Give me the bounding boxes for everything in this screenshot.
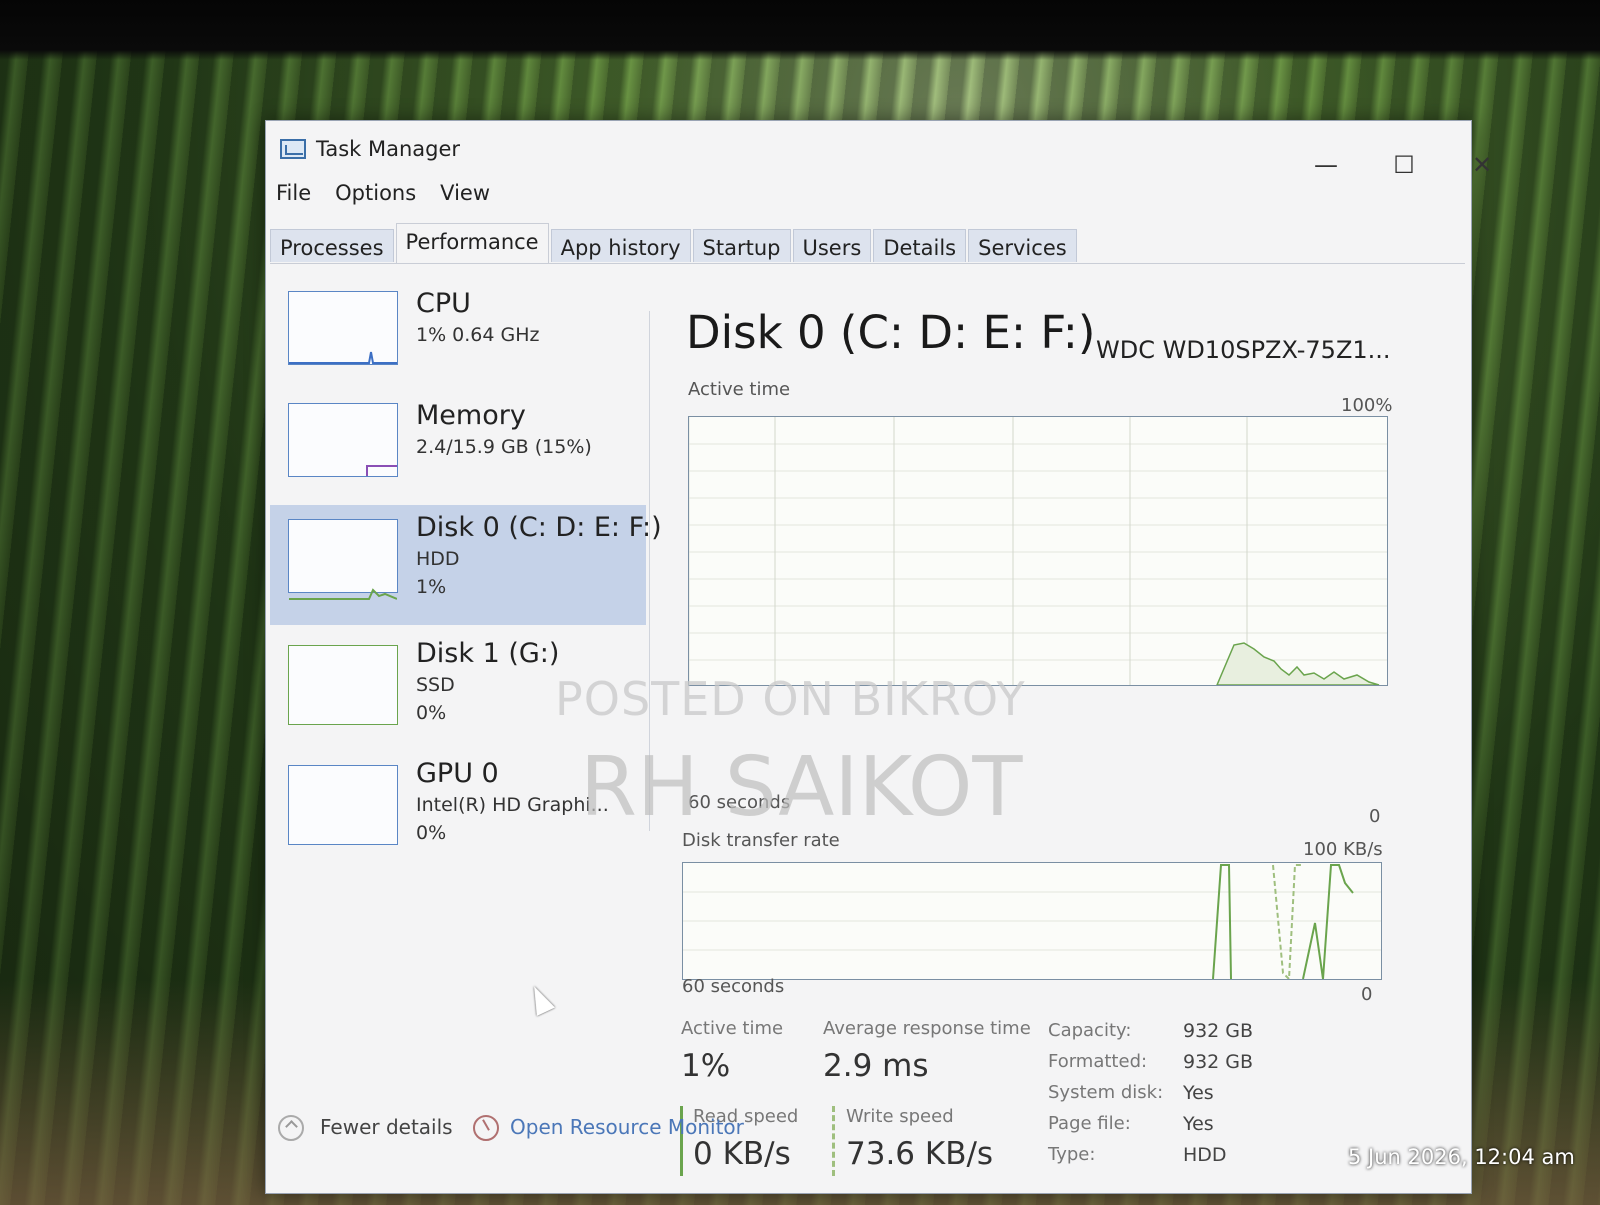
active-time-max-label: 100% bbox=[1341, 395, 1393, 416]
task-manager-icon bbox=[280, 139, 306, 159]
gpu-thumbnail-graph bbox=[288, 765, 398, 845]
chevron-up-icon[interactable] bbox=[278, 1115, 304, 1141]
prop-key: Formatted: bbox=[1048, 1051, 1148, 1072]
tab-bar: Processes Performance App history Startu… bbox=[270, 223, 1465, 264]
sidebar-item-sub: 2.4/15.9 GB (15%) bbox=[416, 436, 592, 458]
sidebar-item-title: Memory bbox=[416, 400, 526, 431]
active-time-min-label: 0 bbox=[1369, 806, 1381, 827]
disk-model: WDC WD10SPZX-75Z1... bbox=[1096, 336, 1391, 364]
window-title: Task Manager bbox=[316, 137, 461, 161]
prop-key: Capacity: bbox=[1048, 1020, 1132, 1041]
disk0-thumbnail-graph bbox=[288, 519, 398, 600]
active-time-graph-label: Active time bbox=[688, 379, 791, 400]
prop-key: Type: bbox=[1048, 1144, 1096, 1165]
close-button[interactable]: ✕ bbox=[1462, 151, 1502, 179]
active-time-graph bbox=[688, 416, 1388, 686]
prop-value: 932 GB bbox=[1183, 1020, 1254, 1042]
menu-bar: File Options View bbox=[276, 181, 490, 213]
tab-users[interactable]: Users bbox=[792, 229, 872, 262]
sidebar-item-sub2: 1% bbox=[416, 576, 447, 598]
avg-response-stat-value: 2.9 ms bbox=[823, 1048, 929, 1084]
prop-value: Yes bbox=[1183, 1082, 1214, 1104]
prop-value: HDD bbox=[1183, 1144, 1227, 1166]
prop-key: Page file: bbox=[1048, 1113, 1131, 1134]
transfer-rate-graph-svg bbox=[683, 864, 1381, 979]
memory-thumbnail-graph bbox=[288, 403, 398, 477]
transfer-rate-graph bbox=[682, 862, 1382, 980]
sidebar-item-title: Disk 1 (G:) bbox=[416, 638, 560, 669]
minimize-button[interactable]: — bbox=[1306, 151, 1346, 179]
sidebar-item-memory[interactable]: Memory 2.4/15.9 GB (15%) bbox=[270, 393, 646, 505]
sidebar-item-sub: HDD bbox=[416, 548, 460, 570]
tab-processes[interactable]: Processes bbox=[270, 229, 394, 262]
active-time-graph-svg bbox=[689, 417, 1387, 685]
tab-startup[interactable]: Startup bbox=[692, 229, 791, 262]
active-time-stat-label: Active time bbox=[681, 1018, 784, 1039]
transfer-rate-min-label: 0 bbox=[1361, 984, 1373, 1005]
transfer-rate-graph-time: 60 seconds bbox=[682, 976, 785, 997]
sidebar-item-title: Disk 0 (C: D: E: F:) bbox=[416, 512, 662, 543]
menu-file[interactable]: File bbox=[276, 181, 311, 213]
menu-view[interactable]: View bbox=[440, 181, 490, 213]
menu-options[interactable]: Options bbox=[335, 181, 416, 213]
watermark-line-2: RH SAIKOT bbox=[580, 740, 1023, 835]
prop-key: System disk: bbox=[1048, 1082, 1164, 1103]
title-bar[interactable]: Task Manager — ☐ ✕ bbox=[266, 121, 1492, 179]
tab-performance[interactable]: Performance bbox=[395, 223, 549, 263]
fewer-details-button[interactable]: Fewer details bbox=[320, 1115, 453, 1139]
disk-heading: Disk 0 (C: D: E: F:) bbox=[686, 306, 1096, 359]
avg-response-stat-label: Average response time bbox=[823, 1018, 1031, 1039]
sidebar-item-disk-0[interactable]: Disk 0 (C: D: E: F:) HDD 1% bbox=[270, 505, 662, 625]
active-time-stat-value: 1% bbox=[681, 1048, 731, 1084]
task-manager-window: Task Manager — ☐ ✕ File Options View Pro… bbox=[265, 120, 1492, 1194]
open-resource-monitor-link[interactable]: Open Resource Monitor bbox=[510, 1115, 744, 1139]
photo-timestamp: 5 Jun 2026, 12:04 am bbox=[1348, 1145, 1575, 1169]
sidebar-item-title: CPU bbox=[416, 288, 471, 319]
disk1-thumbnail-graph bbox=[288, 645, 398, 725]
sidebar-item-sub2: 0% bbox=[416, 702, 447, 724]
prop-value: Yes bbox=[1183, 1113, 1214, 1135]
resource-monitor-icon[interactable] bbox=[473, 1115, 499, 1141]
sidebar-item-sub: SSD bbox=[416, 674, 455, 696]
tab-services[interactable]: Services bbox=[968, 229, 1077, 262]
transfer-rate-max-label: 100 KB/s bbox=[1303, 839, 1383, 860]
footer-bar: Fewer details Open Resource Monitor bbox=[278, 1111, 978, 1151]
maximize-button[interactable]: ☐ bbox=[1384, 151, 1424, 179]
watermark-line-1: POSTED ON BIKROY bbox=[555, 672, 1026, 726]
sidebar-item-sub: 1% 0.64 GHz bbox=[416, 324, 540, 346]
prop-value: 932 GB bbox=[1183, 1051, 1254, 1073]
tab-details[interactable]: Details bbox=[873, 229, 967, 262]
sidebar-item-cpu[interactable]: CPU 1% 0.64 GHz bbox=[270, 281, 646, 393]
cpu-thumbnail-graph bbox=[288, 291, 398, 365]
tab-app-history[interactable]: App history bbox=[550, 229, 691, 262]
